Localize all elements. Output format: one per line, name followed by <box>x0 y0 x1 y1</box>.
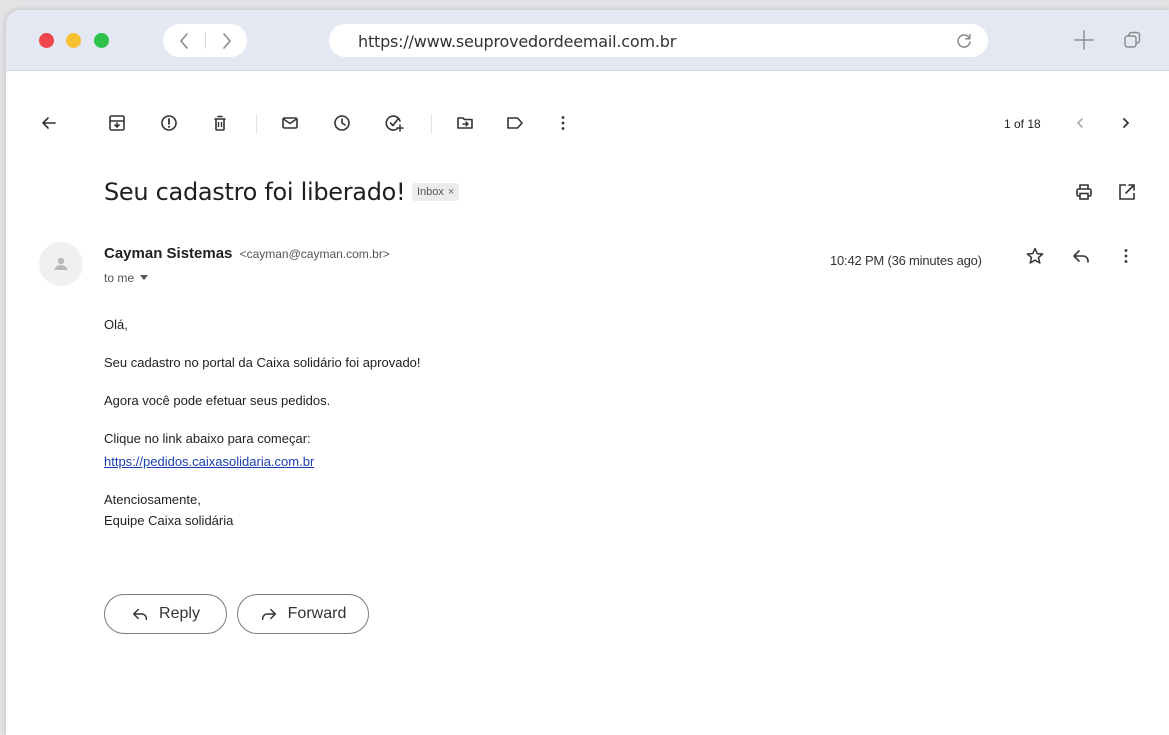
reply-icon-button[interactable] <box>1071 246 1091 266</box>
back-to-inbox-button[interactable] <box>39 113 59 133</box>
more-vert-icon <box>1124 249 1128 263</box>
move-to-icon <box>457 117 473 129</box>
toolbar-divider <box>256 114 257 134</box>
star-button[interactable] <box>1025 246 1045 266</box>
reply-icon <box>133 608 148 621</box>
print-icon <box>1076 184 1092 200</box>
star-icon <box>1026 247 1044 264</box>
open-in-new-window-button[interactable] <box>1117 182 1137 202</box>
forward-icon <box>261 608 276 621</box>
print-button[interactable] <box>1074 182 1094 202</box>
forward-label: Forward <box>287 605 347 622</box>
phishing-link[interactable]: https://pedidos.caixasolidaria.com.br <box>104 454 314 469</box>
reply-icon <box>1073 250 1089 263</box>
sender-line: Cayman Sistemas <cayman@cayman.com.br> <box>104 245 390 262</box>
body-greeting: Olá, <box>104 317 128 332</box>
snooze-icon <box>334 115 350 131</box>
browser-forward-button[interactable] <box>206 24 248 57</box>
browser-back-button[interactable] <box>163 24 205 57</box>
open-in-new-icon <box>1119 184 1135 200</box>
inbox-label-chip: Inbox × <box>412 183 460 201</box>
newer-message-button[interactable] <box>1070 113 1090 133</box>
add-to-tasks-icon <box>385 115 404 132</box>
person-icon <box>54 257 68 270</box>
url-text: https://www.seuprovedordeemail.com.br <box>358 32 677 51</box>
archive-icon <box>109 115 125 131</box>
sender-avatar[interactable] <box>39 242 83 286</box>
email-subject: Seu cadastro foi liberado! <box>104 178 406 206</box>
back-arrow-icon <box>42 117 56 129</box>
address-bar[interactable]: https://www.seuprovedordeemail.com.br <box>329 24 988 57</box>
recipient-details[interactable]: to me <box>104 271 149 285</box>
chevron-right-icon <box>223 32 232 49</box>
label-icon <box>507 117 523 129</box>
navigation-buttons <box>163 24 247 57</box>
reply-button[interactable]: Reply <box>104 594 227 634</box>
new-tab-icon[interactable] <box>1074 30 1094 50</box>
delete-icon <box>214 115 226 131</box>
add-to-tasks-button[interactable] <box>384 113 404 133</box>
body-line-instructions: Clique no link abaixo para começar: <box>104 431 311 446</box>
more-options-button[interactable] <box>553 113 573 133</box>
mark-unread-icon <box>282 117 298 129</box>
body-signature: Equipe Caixa solidária <box>104 513 234 528</box>
close-window-button[interactable] <box>39 33 54 48</box>
label-text: Inbox <box>417 186 444 198</box>
body-link-wrapper: https://pedidos.caixasolidaria.com.br <box>104 452 314 472</box>
message-more-options-button[interactable] <box>1116 246 1136 266</box>
tab-overview-icon[interactable] <box>1122 30 1142 50</box>
chevron-left-icon <box>1076 118 1083 128</box>
toolbar-divider <box>431 114 432 134</box>
sender-email: <cayman@cayman.com.br> <box>239 247 390 261</box>
recipient-text: to me <box>104 271 135 285</box>
browser-chrome: https://www.seuprovedordeemail.com.br <box>6 10 1169 71</box>
message-counter: 1 of 18 <box>1004 117 1041 131</box>
older-message-button[interactable] <box>1116 113 1136 133</box>
delete-button[interactable] <box>210 113 230 133</box>
email-timestamp: 10:42 PM (36 minutes ago) <box>830 253 982 268</box>
minimize-window-button[interactable] <box>66 33 81 48</box>
maximize-window-button[interactable] <box>94 33 109 48</box>
move-to-button[interactable] <box>455 113 475 133</box>
archive-button[interactable] <box>107 113 127 133</box>
chevron-right-icon <box>1123 118 1130 128</box>
remove-label-button[interactable]: × <box>448 183 454 201</box>
caret-down-icon <box>140 275 149 280</box>
chevron-left-icon <box>179 32 188 49</box>
report-spam-icon <box>161 115 177 131</box>
report-spam-button[interactable] <box>159 113 179 133</box>
body-line-approved: Seu cadastro no portal da Caixa solidári… <box>104 355 421 370</box>
label-button[interactable] <box>505 113 525 133</box>
forward-button[interactable]: Forward <box>237 594 369 634</box>
browser-window: https://www.seuprovedordeemail.com.br 1 … <box>6 10 1169 735</box>
body-line-orders: Agora você pode efetuar seus pedidos. <box>104 393 331 408</box>
reply-label: Reply <box>159 605 200 622</box>
snooze-button[interactable] <box>332 113 352 133</box>
reload-icon[interactable] <box>954 31 974 51</box>
more-vert-icon <box>561 116 565 130</box>
mark-unread-button[interactable] <box>280 113 300 133</box>
body-signoff: Atenciosamente, <box>104 492 201 507</box>
sender-name[interactable]: Cayman Sistemas <box>104 245 232 262</box>
